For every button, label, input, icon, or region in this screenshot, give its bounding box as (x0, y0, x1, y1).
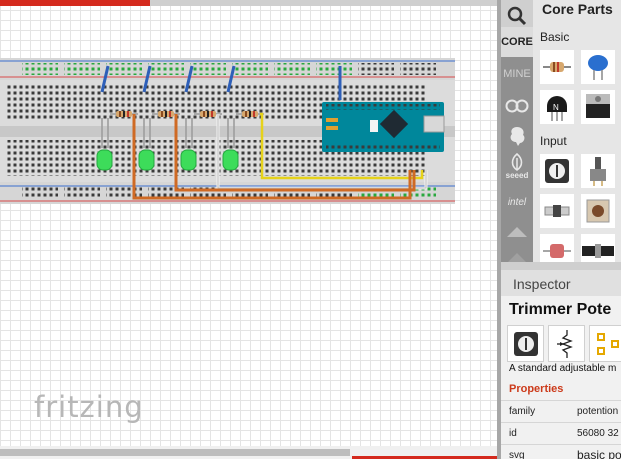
search-icon (507, 6, 527, 26)
fritzing-bin-tab[interactable] (501, 120, 533, 152)
category-label-basic: Basic (540, 30, 570, 44)
category-label-input: Input (540, 134, 567, 148)
property-row-svg: svg basic po (501, 444, 621, 459)
part-rotary-potentiometer[interactable] (581, 154, 615, 188)
property-key: svg (509, 450, 525, 459)
part-pushbutton[interactable] (540, 194, 574, 228)
potentiometer-schematic-icon (556, 329, 573, 358)
mine-bin-tab[interactable]: MINE (501, 58, 533, 90)
more-bins-icon (507, 227, 527, 237)
mine-bin-label: MINE (503, 68, 531, 80)
arduino-icon (505, 99, 529, 113)
seeed-icon (511, 152, 523, 171)
capacitor-icon (588, 55, 608, 80)
part-resistor[interactable] (540, 50, 574, 84)
breadboard-canvas[interactable]: fritzing (0, 0, 500, 459)
parts-scrollbar[interactable] (501, 262, 621, 270)
core-bin-label: CORE (501, 36, 533, 48)
arduino-nano[interactable] (322, 102, 445, 152)
trimmer-pcb-icon (596, 332, 619, 355)
schematic-view-image[interactable] (548, 325, 585, 362)
trimmer-potentiometer-icon (545, 159, 569, 183)
pushbutton-icon (544, 205, 570, 217)
part-description: A standard adjustable m (509, 363, 617, 374)
photocell-icon (543, 244, 571, 258)
inspector-header: Inspector (501, 270, 621, 296)
property-key: id (509, 428, 517, 439)
breadboard-view-image[interactable] (507, 325, 544, 362)
seeed-bin-label: seeed (505, 170, 529, 180)
parts-bin-title: Core Parts (542, 1, 613, 17)
parts-bin-tabs: CORE MINE seeed intel (501, 0, 533, 270)
resistor-icon (543, 62, 571, 72)
trimmer-breadboard-icon (513, 331, 538, 356)
pcb-view-image[interactable] (589, 325, 621, 362)
intel-bin-tab[interactable]: intel (501, 186, 533, 218)
property-value[interactable]: basic po (577, 448, 621, 459)
property-value[interactable]: potention (577, 406, 618, 417)
parts-panel: CORE MINE seeed intel Core Parts Basic N… (501, 0, 621, 270)
inspector-part-name: Trimmer Pote (509, 301, 612, 318)
property-key: family (509, 406, 536, 417)
property-row-family: family potention (501, 400, 621, 423)
core-bin-tab[interactable]: CORE (501, 27, 533, 57)
intel-icon: intel (507, 196, 527, 208)
fritzing-icon (510, 127, 525, 146)
fritzing-watermark: fritzing (34, 390, 144, 424)
part-trimmer-potentiometer[interactable] (540, 154, 574, 188)
inspector-title: Inspector (513, 276, 571, 292)
slide-potentiometer-icon (582, 244, 614, 258)
transistor-icon: N (547, 96, 567, 121)
scrollbar-thumb[interactable] (0, 449, 350, 456)
chevron-up-icon (507, 253, 527, 263)
tactile-button-icon (586, 199, 610, 223)
part-tactile-button[interactable] (581, 194, 615, 228)
arduino-bin-tab[interactable] (501, 90, 533, 122)
property-value: 56080 32 (577, 428, 619, 439)
regulator-icon (586, 94, 610, 118)
svg-text:N: N (553, 103, 559, 112)
properties-header: Properties (509, 383, 564, 395)
part-transistor[interactable]: N (540, 90, 574, 124)
seeed-bin-tab[interactable]: seeed (501, 150, 533, 182)
inspector-panel: Inspector Trimmer Pote A standard adjust… (501, 270, 621, 459)
property-row-id: id 56080 32 (501, 422, 621, 445)
part-ceramic-capacitor[interactable] (581, 50, 615, 84)
part-voltage-regulator[interactable] (581, 90, 615, 124)
rotary-potentiometer-icon (590, 157, 606, 186)
